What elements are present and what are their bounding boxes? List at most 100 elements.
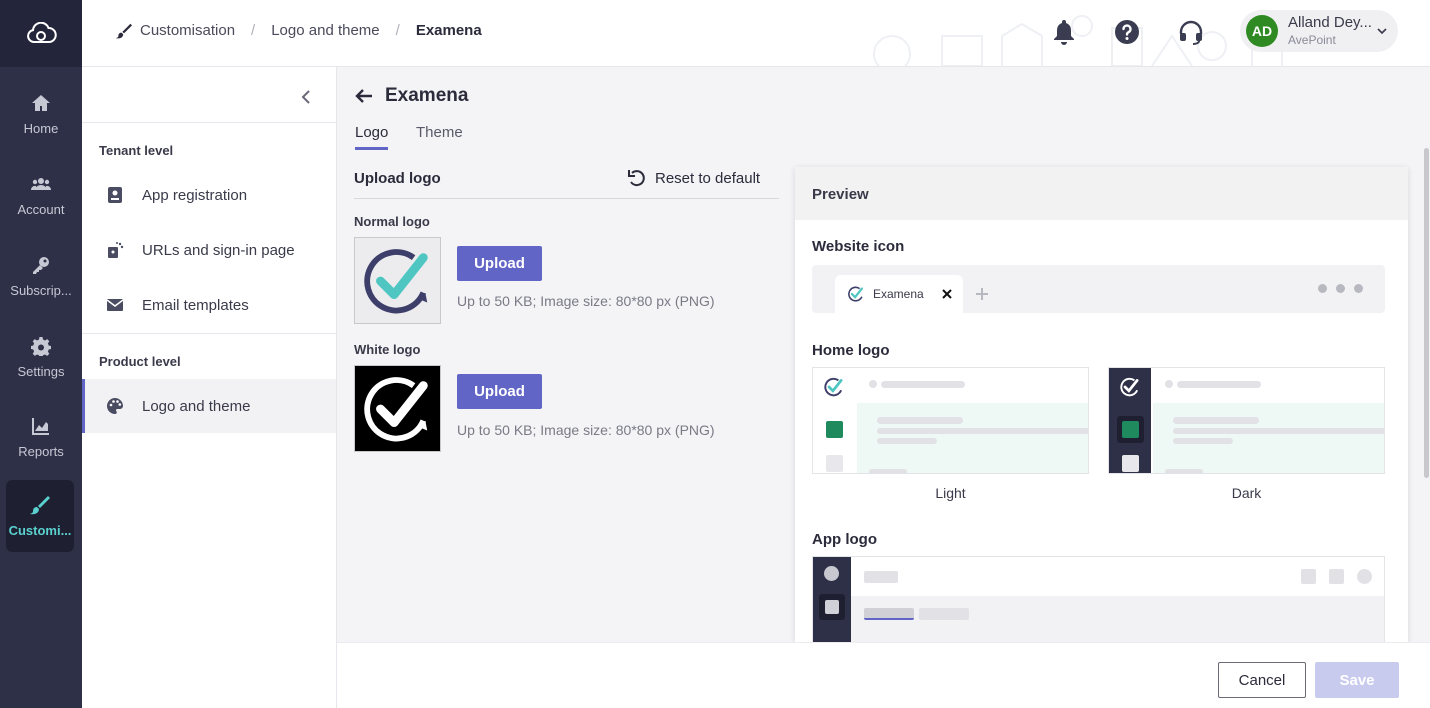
- examena-logo-icon: [363, 248, 428, 313]
- sidebar-item-label: Email templates: [142, 296, 249, 314]
- app-logo[interactable]: [0, 0, 82, 67]
- brush-icon: [30, 495, 50, 514]
- rail-settings-label: Settings: [17, 363, 65, 379]
- headset-icon: [1179, 20, 1203, 45]
- mock-bar: [1173, 438, 1233, 444]
- collapse-sidebar-button[interactable]: [294, 85, 318, 109]
- upload-white-logo-button[interactable]: Upload: [457, 374, 542, 409]
- upload-divider: [354, 198, 779, 199]
- mock-active-nav: [826, 421, 843, 438]
- users-icon: [31, 177, 51, 190]
- tab-theme[interactable]: Theme: [416, 124, 463, 147]
- close-icon: [941, 289, 952, 299]
- home-logo-label: Home logo: [812, 342, 890, 359]
- rail-account-label: Account: [17, 201, 65, 217]
- main-content: Examena Logo Theme Upload logo Reset to …: [337, 67, 1430, 642]
- save-button[interactable]: Save: [1315, 662, 1399, 698]
- sidebar-item-logo-and-theme[interactable]: Logo and theme: [82, 379, 336, 433]
- rail-reports-label: Reports: [18, 443, 64, 459]
- app-logo-label: App logo: [812, 531, 877, 548]
- mock-active-nav: [1122, 421, 1139, 438]
- scrollbar[interactable]: [1424, 148, 1429, 478]
- id-badge-icon: [108, 187, 122, 203]
- door-key-icon: [108, 242, 124, 258]
- mock-bar: [1177, 381, 1261, 388]
- upload-normal-logo-button[interactable]: Upload: [457, 246, 542, 281]
- home-logo-light-mock: [812, 367, 1089, 474]
- tab-logo[interactable]: Logo: [355, 124, 389, 150]
- reset-icon: [628, 170, 645, 187]
- help-button[interactable]: [1113, 18, 1141, 46]
- rail-account[interactable]: Account: [0, 161, 82, 229]
- user-name: Alland Dey...: [1288, 14, 1372, 31]
- cloud-logo-icon: [27, 21, 57, 43]
- mock-nav: [825, 600, 839, 614]
- dark-label: Dark: [1231, 485, 1262, 501]
- breadcrumb-logo-and-theme[interactable]: Logo and theme: [271, 22, 379, 39]
- reset-to-default-button[interactable]: Reset to default: [627, 168, 760, 188]
- mock-dot: [1357, 569, 1372, 584]
- plus-icon: [976, 288, 988, 300]
- sidebar-item-label: URLs and sign-in page: [142, 241, 295, 259]
- mock-bar: [1165, 469, 1203, 473]
- dot-icon: [1318, 284, 1327, 293]
- app-logo-mock: [812, 556, 1385, 642]
- mock-bar: [881, 381, 965, 388]
- rail-home-label: Home: [23, 120, 59, 136]
- rail-subscription[interactable]: Subscrip...: [0, 242, 82, 310]
- sidebar-item-email-templates[interactable]: Email templates: [82, 278, 336, 332]
- breadcrumb-current: Examena: [415, 22, 482, 39]
- mock-dot: [1165, 380, 1173, 388]
- mock-bar: [869, 469, 907, 473]
- breadcrumb-separator: /: [251, 22, 256, 39]
- mock-dot: [869, 380, 877, 388]
- envelope-icon: [106, 299, 124, 311]
- tenant-level-heading: Tenant level: [99, 143, 174, 158]
- mock-dot: [824, 566, 839, 581]
- cancel-button[interactable]: Cancel: [1218, 662, 1306, 698]
- rail-settings[interactable]: Settings: [0, 323, 82, 391]
- mock-square: [1329, 569, 1344, 584]
- dot-icon: [1354, 284, 1363, 293]
- mock-bar: [919, 608, 969, 620]
- examena-favicon-icon: [848, 286, 863, 302]
- user-org: AvePoint: [1288, 33, 1336, 47]
- sidebar-item-label: App registration: [142, 186, 248, 204]
- normal-logo-label: Normal logo: [354, 214, 430, 229]
- mock-bar: [1173, 428, 1384, 434]
- product-level-heading: Product level: [99, 354, 181, 369]
- breadcrumb-customisation[interactable]: Customisation: [140, 22, 235, 39]
- palette-icon: [107, 398, 123, 414]
- key-icon: [33, 256, 49, 274]
- white-logo-hint: Up to 50 KB; Image size: 80*80 px (PNG): [457, 422, 715, 438]
- sidebar-divider: [82, 333, 337, 334]
- mock-nav: [826, 455, 843, 472]
- notifications-button[interactable]: [1050, 18, 1078, 46]
- mock-nav: [1122, 455, 1139, 472]
- examena-white-favicon-icon: [1120, 377, 1139, 397]
- user-menu[interactable]: AD Alland Dey... AvePoint: [1240, 10, 1398, 52]
- back-arrow-icon[interactable]: [354, 86, 374, 106]
- mock-square: [1301, 569, 1316, 584]
- sidebar-item-urls-sign-in[interactable]: URLs and sign-in page: [82, 223, 336, 277]
- rail-reports[interactable]: Reports: [0, 403, 82, 471]
- breadcrumb-separator: /: [395, 22, 400, 39]
- preview-panel: Preview Website icon Examena Home logo L…: [795, 167, 1408, 642]
- browser-tab: Examena: [835, 275, 963, 313]
- rail-subscription-label: Subscrip...: [10, 282, 72, 298]
- sidebar-item-app-registration[interactable]: App registration: [82, 168, 336, 222]
- secondary-sidebar: Tenant level App registration URLs and s…: [82, 67, 337, 708]
- home-logo-dark-mock: [1108, 367, 1385, 474]
- rail-customisation[interactable]: Customi...: [6, 480, 74, 552]
- preview-title: Preview: [795, 167, 1408, 220]
- reset-to-default-label: Reset to default: [655, 169, 761, 187]
- app-rail: Home Account Subscrip... Settings Report…: [0, 0, 82, 708]
- chevron-down-icon: [1377, 28, 1387, 35]
- rail-home[interactable]: Home: [0, 80, 82, 148]
- examena-white-logo-icon: [363, 376, 428, 441]
- mock-bar: [877, 438, 937, 444]
- chevron-left-icon: [301, 90, 310, 104]
- dot-icon: [1336, 284, 1345, 293]
- support-button[interactable]: [1177, 18, 1205, 46]
- mock-bar: [1173, 417, 1259, 424]
